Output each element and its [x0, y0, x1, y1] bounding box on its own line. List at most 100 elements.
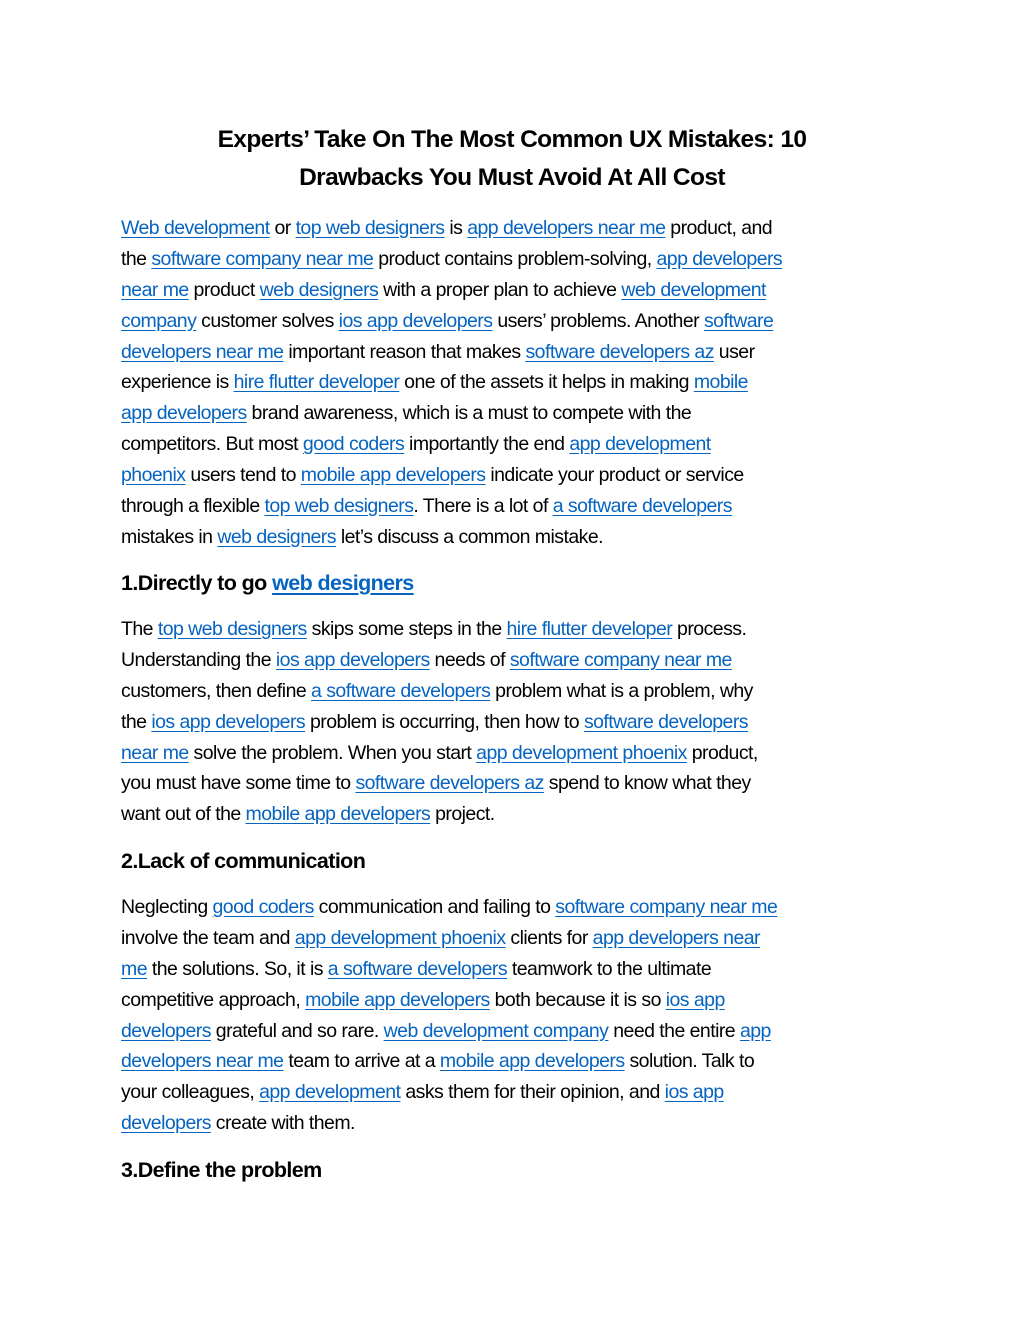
- inline-link[interactable]: near me: [121, 279, 189, 301]
- inline-link[interactable]: hire flutter developer: [234, 371, 400, 393]
- text-run: user: [713, 340, 755, 363]
- text-run: users’ problems. Another: [492, 309, 704, 332]
- inline-link[interactable]: app: [740, 1020, 771, 1042]
- inline-link[interactable]: ios app developers: [339, 310, 493, 332]
- inline-link[interactable]: web development: [621, 279, 766, 301]
- text-run: teamwork to the ultimate: [507, 957, 712, 980]
- text-line: near me solve the problem. When you star…: [121, 738, 921, 769]
- inline-link[interactable]: ios app developers: [276, 649, 430, 671]
- inline-link[interactable]: near me: [121, 742, 189, 764]
- text-line: Neglecting good coders communication and…: [121, 892, 921, 923]
- text-line: customers, then define a software develo…: [121, 676, 921, 707]
- text-line: competitive approach, mobile app develop…: [121, 985, 921, 1016]
- inline-link[interactable]: software company near me: [555, 896, 778, 918]
- inline-link[interactable]: software: [704, 310, 774, 332]
- text-run: product, and: [665, 217, 773, 239]
- inline-link[interactable]: app developers near: [593, 927, 761, 949]
- text-run: The: [121, 618, 158, 640]
- text-run: create with them.: [210, 1112, 356, 1135]
- text-run: team to arrive at a: [283, 1050, 440, 1073]
- text-line: company customer solves ios app develope…: [121, 306, 921, 337]
- inline-link[interactable]: web designers: [260, 279, 379, 301]
- inline-link[interactable]: software developers az: [355, 772, 544, 794]
- inline-link[interactable]: good coders: [303, 433, 405, 455]
- text-line: competitors. But most good coders import…: [121, 429, 921, 460]
- inline-link[interactable]: software company near me: [151, 248, 374, 270]
- text-run: problem what is a problem, why: [490, 679, 753, 702]
- inline-link[interactable]: a software developers: [311, 680, 491, 702]
- inline-link[interactable]: app developers near me: [467, 217, 666, 239]
- text-run: asks them for their opinion, and: [400, 1081, 665, 1104]
- text-run: process.: [672, 618, 747, 640]
- inline-link[interactable]: Web development: [121, 217, 270, 239]
- inline-link[interactable]: top web designers: [264, 495, 413, 517]
- text-run: with a proper plan to achieve: [378, 278, 622, 301]
- text-run: you must have some time to: [121, 772, 356, 795]
- inline-link[interactable]: mobile app developers: [301, 464, 486, 486]
- inline-link[interactable]: top web designers: [296, 217, 445, 239]
- text-run: product,: [686, 741, 759, 764]
- inline-link[interactable]: app development phoenix: [476, 742, 687, 764]
- text-run: communication and failing to: [313, 896, 556, 918]
- text-run: involve the team and: [121, 926, 295, 949]
- text-run: needs of: [429, 648, 510, 671]
- inline-link[interactable]: web designers: [217, 526, 336, 548]
- heading-text: 3.Define the problem: [121, 1158, 322, 1182]
- text-run: grateful and so rare.: [210, 1019, 384, 1042]
- text-run: the: [121, 710, 152, 733]
- inline-link[interactable]: ios app: [666, 989, 726, 1011]
- text-line: The top web designers skips some steps i…: [121, 614, 921, 645]
- inline-link[interactable]: app development phoenix: [295, 927, 506, 949]
- inline-link[interactable]: software developers: [584, 711, 749, 733]
- inline-link[interactable]: developers: [121, 1112, 211, 1134]
- inline-link[interactable]: hire flutter developer: [507, 618, 673, 640]
- inline-link[interactable]: mobile: [694, 371, 749, 393]
- section-heading-1: 1.Directly to go web designers: [121, 568, 414, 598]
- text-line: me the solutions. So, it is a software d…: [121, 954, 921, 985]
- inline-link[interactable]: app development: [259, 1081, 401, 1103]
- inline-link[interactable]: me: [121, 958, 148, 980]
- text-line: developers near me important reason that…: [121, 337, 921, 368]
- inline-link[interactable]: developers: [121, 1020, 211, 1042]
- text-line: you must have some time to software deve…: [121, 768, 921, 799]
- text-run: product: [188, 278, 260, 301]
- title-line-1: Experts’ Take On The Most Common UX Mist…: [217, 126, 807, 153]
- text-run: . There is a lot of: [413, 495, 553, 518]
- text-line: your colleagues, app development asks th…: [121, 1077, 921, 1108]
- inline-link[interactable]: top web designers: [158, 618, 307, 640]
- inline-link[interactable]: mobile app developers: [440, 1050, 625, 1072]
- text-run: customers, then define: [121, 679, 312, 702]
- inline-link[interactable]: app development: [569, 433, 711, 455]
- section-heading-3: 3.Define the problem: [121, 1155, 322, 1185]
- heading-link[interactable]: web designers: [272, 571, 414, 595]
- text-run: let’s discuss a common mistake.: [335, 525, 604, 548]
- text-line: app developers brand awareness, which is…: [121, 398, 921, 429]
- text-line: phoenix users tend to mobile app develop…: [121, 460, 921, 491]
- inline-link[interactable]: a software developers: [328, 958, 508, 980]
- inline-link[interactable]: app developers: [656, 248, 782, 270]
- inline-link[interactable]: developers near me: [121, 341, 284, 363]
- inline-link[interactable]: developers near me: [121, 1050, 284, 1072]
- text-run: customer solves: [196, 309, 339, 332]
- inline-link[interactable]: a software developers: [553, 495, 733, 517]
- section-heading-2: 2.Lack of communication: [121, 846, 366, 876]
- inline-link[interactable]: software developers az: [525, 341, 714, 363]
- text-run: one of the assets it helps in making: [399, 371, 694, 394]
- inline-link[interactable]: mobile app developers: [246, 803, 431, 825]
- inline-link[interactable]: app developers: [121, 402, 247, 424]
- inline-link[interactable]: ios app: [665, 1081, 725, 1103]
- inline-link[interactable]: phoenix: [121, 464, 186, 486]
- text-run: your colleagues,: [121, 1081, 260, 1104]
- text-run: the solutions. So, it is: [147, 957, 328, 980]
- text-line: near me product web designers with a pro…: [121, 275, 921, 306]
- inline-link[interactable]: mobile app developers: [305, 989, 490, 1011]
- inline-link[interactable]: software company near me: [510, 649, 733, 671]
- section-1-paragraph: The top web designers skips some steps i…: [121, 614, 921, 830]
- text-line: through a flexible top web designers. Th…: [121, 491, 921, 522]
- text-run: clients for: [505, 926, 593, 949]
- inline-link[interactable]: ios app developers: [151, 711, 305, 733]
- inline-link[interactable]: web development company: [384, 1020, 609, 1042]
- text-run: brand awareness, which is a must to comp…: [246, 402, 692, 425]
- inline-link[interactable]: good coders: [213, 896, 315, 918]
- inline-link[interactable]: company: [121, 310, 197, 332]
